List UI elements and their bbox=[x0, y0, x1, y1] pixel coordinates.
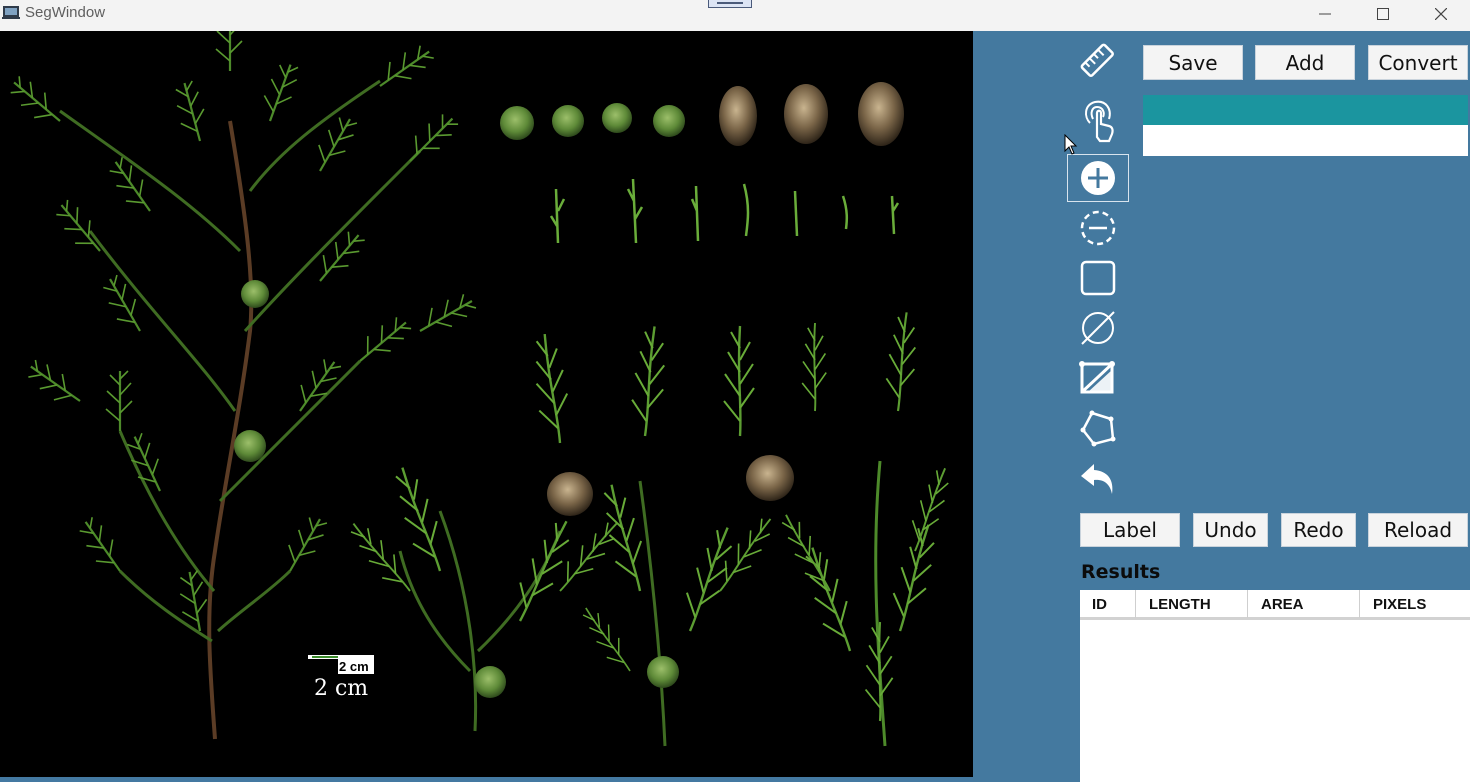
results-heading: Results bbox=[1081, 561, 1161, 583]
ruler-tool[interactable] bbox=[1067, 37, 1129, 85]
clear-tool[interactable] bbox=[1067, 304, 1129, 352]
undo-arrow-icon bbox=[1081, 464, 1113, 494]
reload-button[interactable]: Reload bbox=[1368, 513, 1468, 547]
undo-tool[interactable] bbox=[1067, 454, 1129, 502]
maximize-icon bbox=[1377, 8, 1389, 20]
close-icon bbox=[1435, 8, 1447, 20]
add-region-tool[interactable] bbox=[1067, 154, 1129, 202]
redo-button[interactable]: Redo bbox=[1281, 513, 1356, 547]
scale-bar-label: 2 cm bbox=[314, 676, 369, 701]
canvas-bottom-border bbox=[0, 777, 973, 782]
polygon-tool[interactable] bbox=[1067, 404, 1129, 452]
polygon-icon bbox=[1080, 410, 1116, 447]
results-table[interactable]: ID LENGTH AREA PIXELS bbox=[1080, 590, 1470, 782]
ruler-icon bbox=[1080, 43, 1114, 77]
close-button[interactable] bbox=[1412, 0, 1470, 28]
large-branch bbox=[3, 31, 480, 740]
mouse-cursor-icon bbox=[1064, 134, 1078, 155]
empty-set-icon bbox=[1081, 311, 1115, 345]
image-canvas[interactable]: 2 cm 2 cm bbox=[0, 31, 973, 777]
window-title: SegWindow bbox=[25, 4, 106, 21]
save-button[interactable]: Save bbox=[1143, 45, 1243, 80]
crop-diagonal-icon bbox=[1079, 361, 1115, 394]
crop-tool[interactable] bbox=[1067, 354, 1129, 402]
column-header-pixels[interactable]: PIXELS bbox=[1360, 590, 1470, 618]
remove-dashed-circle-icon bbox=[1080, 210, 1116, 246]
label-list[interactable] bbox=[1143, 95, 1468, 156]
add-circle-icon bbox=[1081, 161, 1115, 195]
maximize-button[interactable] bbox=[1354, 0, 1412, 28]
minimize-icon bbox=[1319, 13, 1331, 15]
specimen-image bbox=[3, 31, 957, 747]
cone-row bbox=[500, 82, 904, 146]
add-button[interactable]: Add bbox=[1255, 45, 1355, 80]
app-logo-icon bbox=[2, 6, 20, 19]
undo-button[interactable]: Undo bbox=[1193, 513, 1268, 547]
touch-hand-icon bbox=[1085, 100, 1114, 143]
label-button[interactable]: Label bbox=[1080, 513, 1180, 547]
label-list-selected-row[interactable] bbox=[1143, 95, 1468, 125]
title-bar[interactable]: SegWindow bbox=[0, 0, 1470, 31]
remove-region-tool[interactable] bbox=[1067, 204, 1129, 252]
scale-bar-small-label: 2 cm bbox=[339, 659, 369, 674]
column-header-area[interactable]: AREA bbox=[1248, 590, 1360, 618]
needle-row bbox=[549, 178, 900, 244]
square-icon bbox=[1080, 260, 1116, 296]
app-window: SegWindow 2 cm 2 cm Save Add Convert Lab… bbox=[0, 0, 1470, 782]
window-thumbnail bbox=[708, 0, 752, 8]
column-header-id[interactable]: ID bbox=[1080, 590, 1136, 618]
convert-button[interactable]: Convert bbox=[1368, 45, 1468, 80]
column-header-length[interactable]: LENGTH bbox=[1136, 590, 1248, 618]
rectangle-tool[interactable] bbox=[1067, 254, 1129, 302]
sprig-row bbox=[527, 310, 921, 447]
lower-row bbox=[342, 455, 957, 747]
minimize-button[interactable] bbox=[1296, 0, 1354, 28]
results-table-header: ID LENGTH AREA PIXELS bbox=[1080, 590, 1470, 620]
